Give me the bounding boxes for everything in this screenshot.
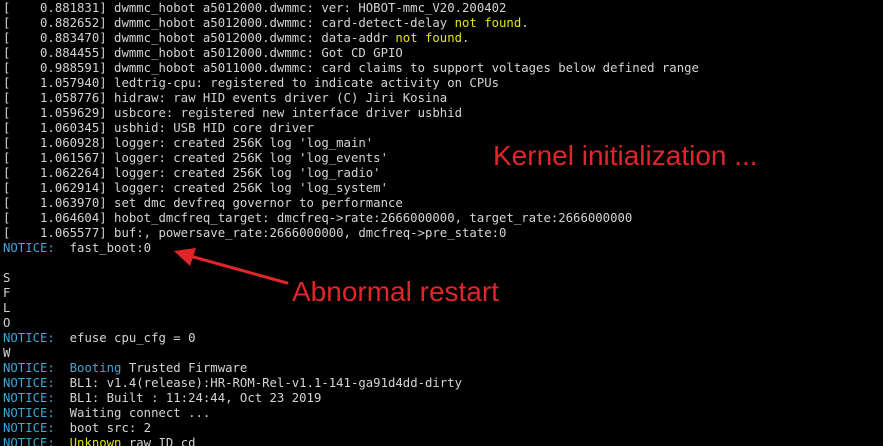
- log-text: Waiting connect ...: [54, 406, 211, 420]
- log-level-label: NOTICE:: [3, 331, 55, 345]
- log-text: O: [3, 316, 11, 330]
- log-text: [ 0.883470] dwmmc_hobot a5012000.dwmmc: …: [3, 31, 396, 45]
- log-text: [ 1.057940] ledtrig-cpu: registered to i…: [3, 76, 500, 90]
- terminal-line: [ 1.062914] logger: created 256K log 'lo…: [3, 181, 881, 196]
- log-text: efuse cpu_cfg = 0: [54, 331, 196, 345]
- terminal-line: [ 1.060345] usbhid: USB HID core driver: [3, 121, 881, 136]
- terminal-line: [ 1.064604] hobot_dmcfreq_target: dmcfre…: [3, 211, 881, 226]
- terminal-line: NOTICE: fast_boot:0: [3, 241, 881, 256]
- log-text: raw ID cd: [121, 436, 196, 446]
- log-text: [ 0.881831] dwmmc_hobot a5012000.dwmmc: …: [3, 1, 507, 15]
- terminal-line: [ 1.065577] buf:, powersave_rate:2666000…: [3, 226, 881, 241]
- log-text: [ 1.058776] hidraw: raw HID events drive…: [3, 91, 448, 105]
- log-text: BL1: v1.4(release):HR-ROM-Rel-v1.1-141-g…: [54, 376, 463, 390]
- log-text: [ 1.063970] set dmc devfreq governor to …: [3, 196, 403, 210]
- terminal-line: O: [3, 316, 881, 331]
- log-level-label: NOTICE:: [3, 421, 55, 435]
- log-text: [ 1.059629] usbcore: registered new inte…: [3, 106, 463, 120]
- log-text: [ 1.061567] logger: created 256K log 'lo…: [3, 151, 388, 165]
- log-text: boot src: 2: [54, 421, 152, 435]
- terminal-line: NOTICE: BL1: Built : 11:24:44, Oct 23 20…: [3, 391, 881, 406]
- terminal-line: NOTICE: efuse cpu_cfg = 0: [3, 331, 881, 346]
- abnormal-restart-annotation: Abnormal restart: [292, 276, 499, 307]
- log-level-label: NOTICE:: [3, 361, 55, 375]
- terminal-line: [ 0.884455] dwmmc_hobot a5012000.dwmmc: …: [3, 46, 881, 61]
- log-text: [ 1.065577] buf:, powersave_rate:2666000…: [3, 226, 507, 240]
- log-text: [ 0.882652] dwmmc_hobot a5012000.dwmmc: …: [3, 16, 455, 30]
- log-text: [ 1.060928] logger: created 256K log 'lo…: [3, 136, 374, 150]
- log-text: [ 1.062914] logger: created 256K log 'lo…: [3, 181, 388, 195]
- terminal-line: NOTICE: boot src: 2: [3, 421, 881, 436]
- log-text: .: [521, 16, 529, 30]
- terminal-line: W: [3, 346, 881, 361]
- terminal-line: [ 1.063970] set dmc devfreq governor to …: [3, 196, 881, 211]
- log-level-label: NOTICE:: [3, 376, 55, 390]
- log-text: [ 1.064604] hobot_dmcfreq_target: dmcfre…: [3, 211, 633, 225]
- log-text: S: [3, 271, 11, 285]
- log-text: W: [3, 346, 11, 360]
- log-text: [ 1.060345] usbhid: USB HID core driver: [3, 121, 314, 135]
- terminal-line: NOTICE: Unknown raw ID cd: [3, 436, 881, 446]
- terminal-line: NOTICE: BL1: v1.4(release):HR-ROM-Rel-v1…: [3, 376, 881, 391]
- log-level-label: NOTICE:: [3, 391, 55, 405]
- log-level-label: NOTICE:: [3, 436, 55, 446]
- log-text: F: [3, 286, 11, 300]
- log-text: .: [462, 31, 470, 45]
- terminal-line: [ 0.988591] dwmmc_hobot a5011000.dwmmc: …: [3, 61, 881, 76]
- log-text: [ 0.988591] dwmmc_hobot a5011000.dwmmc: …: [3, 61, 699, 75]
- terminal-line: NOTICE: Waiting connect ...: [3, 406, 881, 421]
- log-text: BL1: Built : 11:24:44, Oct 23 2019: [54, 391, 322, 405]
- kernel-init-annotation: Kernel initialization ...: [493, 140, 758, 171]
- terminal-line: [ 0.882652] dwmmc_hobot a5012000.dwmmc: …: [3, 16, 881, 31]
- log-level-label: Booting: [69, 361, 122, 375]
- log-text: Trusted Firmware: [121, 361, 248, 375]
- highlight-text: not found: [395, 31, 463, 45]
- log-level-label: NOTICE:: [3, 241, 55, 255]
- highlight-text: not found: [454, 16, 522, 30]
- terminal-line: [ 1.058776] hidraw: raw HID events drive…: [3, 91, 881, 106]
- log-level-label: NOTICE:: [3, 406, 55, 420]
- terminal-output[interactable]: [ 0.881831] dwmmc_hobot a5012000.dwmmc: …: [3, 1, 881, 446]
- log-text: [ 0.884455] dwmmc_hobot a5012000.dwmmc: …: [3, 46, 403, 60]
- highlight-text: Unknown: [69, 436, 122, 446]
- terminal-line: [ 0.883470] dwmmc_hobot a5012000.dwmmc: …: [3, 31, 881, 46]
- log-text: L: [3, 301, 11, 315]
- terminal-line: NOTICE: Booting Trusted Firmware: [3, 361, 881, 376]
- terminal-line: [ 0.881831] dwmmc_hobot a5012000.dwmmc: …: [3, 1, 881, 16]
- log-text: [ 1.062264] logger: created 256K log 'lo…: [3, 166, 381, 180]
- terminal-line: [ 1.057940] ledtrig-cpu: registered to i…: [3, 76, 881, 91]
- log-text: fast_boot:0: [54, 241, 152, 255]
- terminal-line: [ 1.059629] usbcore: registered new inte…: [3, 106, 881, 121]
